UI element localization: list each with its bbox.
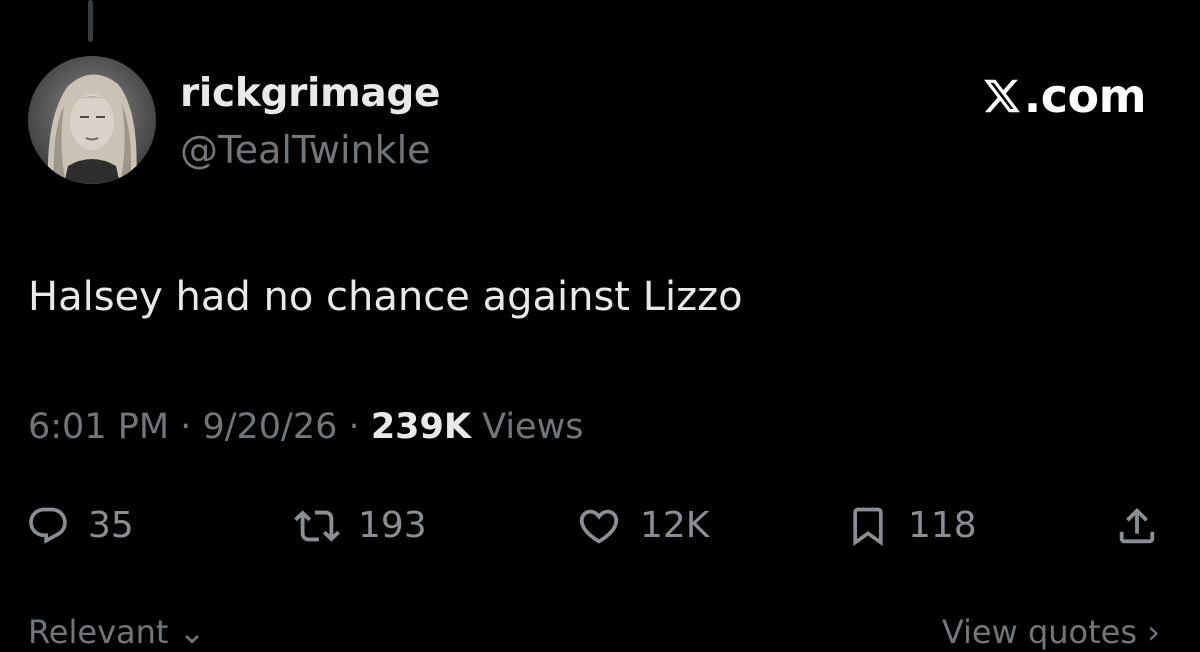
heart-icon xyxy=(579,509,619,544)
chevron-right-icon: › xyxy=(1147,613,1160,651)
brand-watermark: .com xyxy=(982,66,1147,126)
avatar[interactable] xyxy=(28,56,156,184)
tweet-meta: 6:01 PM · 9/20/26 · 239K Views xyxy=(28,402,583,452)
brand-text: .com xyxy=(1023,69,1147,123)
meta-separator: · xyxy=(348,407,360,447)
repost-icon xyxy=(294,510,340,542)
share-icon xyxy=(1119,507,1155,544)
x-logo-icon xyxy=(983,79,1020,113)
tweet-text: Halsey had no chance against Lizzo xyxy=(28,274,743,320)
replies-sort-dropdown[interactable]: Relevant ⌄ xyxy=(28,612,205,652)
share-button[interactable] xyxy=(1114,496,1160,556)
views-count: 239K xyxy=(370,407,471,447)
thread-connector-line xyxy=(88,0,93,42)
bookmark-count: 118 xyxy=(908,505,977,546)
display-name[interactable]: rickgrimage xyxy=(180,70,441,118)
like-count: 12K xyxy=(640,505,710,546)
tweet-time[interactable]: 6:01 PM xyxy=(28,407,169,447)
meta-separator: · xyxy=(180,407,192,447)
reply-button[interactable]: 35 xyxy=(26,496,134,556)
view-quotes-link[interactable]: View quotes › xyxy=(942,612,1160,652)
bookmark-icon xyxy=(853,507,883,547)
reply-count: 35 xyxy=(88,505,134,546)
user-handle[interactable]: @TealTwinkle xyxy=(180,126,431,174)
view-quotes-label: View quotes xyxy=(941,613,1138,651)
repost-button[interactable]: 193 xyxy=(294,496,427,556)
action-bar: 35 193 12K 118 xyxy=(0,496,1200,556)
like-button[interactable]: 12K xyxy=(576,496,709,556)
reply-icon xyxy=(29,507,67,544)
repost-count: 193 xyxy=(358,505,427,546)
sort-label: Relevant xyxy=(28,613,169,651)
views-label: Views xyxy=(482,407,584,447)
avatar-image xyxy=(28,56,156,184)
chevron-down-icon: ⌄ xyxy=(178,613,206,651)
bookmark-button[interactable]: 118 xyxy=(846,496,977,556)
tweet-date[interactable]: 9/20/26 xyxy=(202,407,337,447)
